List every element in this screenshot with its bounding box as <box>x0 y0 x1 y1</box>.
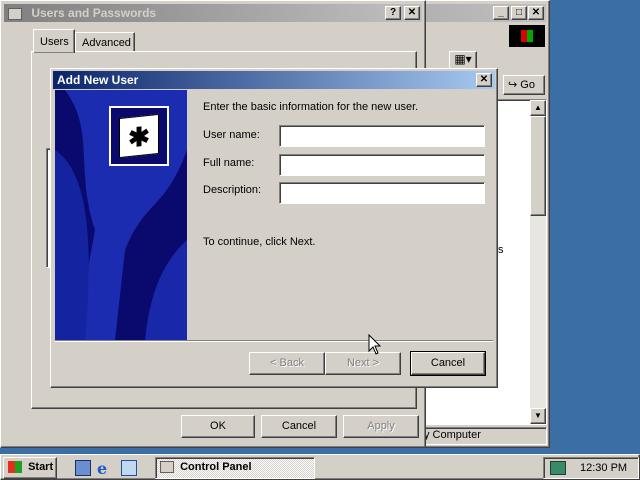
system-tray: 12:30 PM <box>543 457 639 479</box>
apply-button[interactable]: Apply <box>343 415 419 438</box>
views-icon: ▦▾ <box>454 52 472 66</box>
go-arrow-icon: ↪ <box>508 79 518 91</box>
windows-flag-icon <box>8 461 22 474</box>
next-button[interactable]: Next > <box>325 352 401 375</box>
dialog-titlebar: Add New User <box>53 71 495 89</box>
taskbar-item-control-panel[interactable]: Control Panel <box>155 457 315 479</box>
ok-label: OK <box>210 420 226 432</box>
description-label: Description: <box>203 184 262 196</box>
fullname-input[interactable] <box>279 154 485 176</box>
scroll-down-button[interactable]: ▼ <box>530 408 546 424</box>
maximize-button[interactable]: □ <box>511 6 527 20</box>
control-panel-icon <box>160 461 174 474</box>
cancel-button[interactable]: Cancel <box>261 415 337 438</box>
back-label: < Back <box>270 357 304 369</box>
go-label: Go <box>520 79 535 91</box>
scroll-up-button[interactable]: ▲ <box>530 100 546 116</box>
username-label: User name: <box>203 129 260 141</box>
users-passwords-icon <box>8 7 22 20</box>
close-button[interactable]: ✕ <box>404 6 420 20</box>
status-zone: y Computer <box>424 429 481 441</box>
minimize-button[interactable]: _ <box>493 6 509 20</box>
start-label: Start <box>28 461 54 473</box>
status-zone-panel: y Computer <box>419 427 547 445</box>
next-label: Next > <box>346 357 380 369</box>
users-icon: ✱ <box>109 106 169 166</box>
vertical-scrollbar[interactable]: ▲ ▼ <box>530 100 546 424</box>
users-passwords-title: Users and Passwords <box>31 6 157 20</box>
add-new-user-dialog: Add New User ✕ ✱ Enter the basic informa… <box>50 68 498 388</box>
dialog-cancel-label: Cancel <box>430 357 466 369</box>
internet-explorer-icon[interactable]: e <box>97 459 107 478</box>
mouse-cursor-icon <box>368 334 382 355</box>
users-passwords-titlebar: Users and Passwords <box>4 4 422 22</box>
continue-text: To continue, click Next. <box>203 236 316 248</box>
dialog-close-button[interactable]: ✕ <box>476 73 492 87</box>
help-button[interactable]: ? <box>385 6 401 20</box>
show-desktop-icon[interactable] <box>75 460 91 476</box>
outlook-express-icon[interactable] <box>121 460 137 476</box>
network-icon[interactable] <box>550 461 566 475</box>
taskbar: Start e Control Panel 12:30 PM <box>0 454 640 480</box>
close-button[interactable]: ✕ <box>528 6 544 20</box>
content-fragment: s <box>498 244 504 256</box>
dialog-title: Add New User <box>57 73 139 87</box>
tab-advanced-label: Advanced <box>82 37 131 49</box>
intro-text: Enter the basic information for the new … <box>203 101 419 113</box>
back-button[interactable]: < Back <box>249 352 325 375</box>
start-button[interactable]: Start <box>3 457 57 479</box>
apply-label: Apply <box>367 420 395 432</box>
task-label: Control Panel <box>180 461 252 473</box>
wizard-banner: ✱ <box>55 90 187 340</box>
tab-advanced[interactable]: Advanced <box>75 32 135 52</box>
fullname-label: Full name: <box>203 157 255 169</box>
tab-users[interactable]: Users <box>33 29 75 53</box>
description-input[interactable] <box>279 182 485 204</box>
clock: 12:30 PM <box>580 462 628 474</box>
scroll-thumb[interactable] <box>530 116 546 216</box>
dialog-cancel-button[interactable]: Cancel <box>410 351 486 376</box>
cancel-label: Cancel <box>281 420 317 432</box>
quick-launch: e <box>65 459 145 478</box>
ok-button[interactable]: OK <box>181 415 255 438</box>
username-input[interactable] <box>279 125 485 147</box>
go-button[interactable]: ↪ Go <box>503 75 545 95</box>
tab-users-label: Users <box>40 36 69 48</box>
dialog-separator <box>55 340 493 342</box>
windows-logo-icon <box>509 25 545 47</box>
